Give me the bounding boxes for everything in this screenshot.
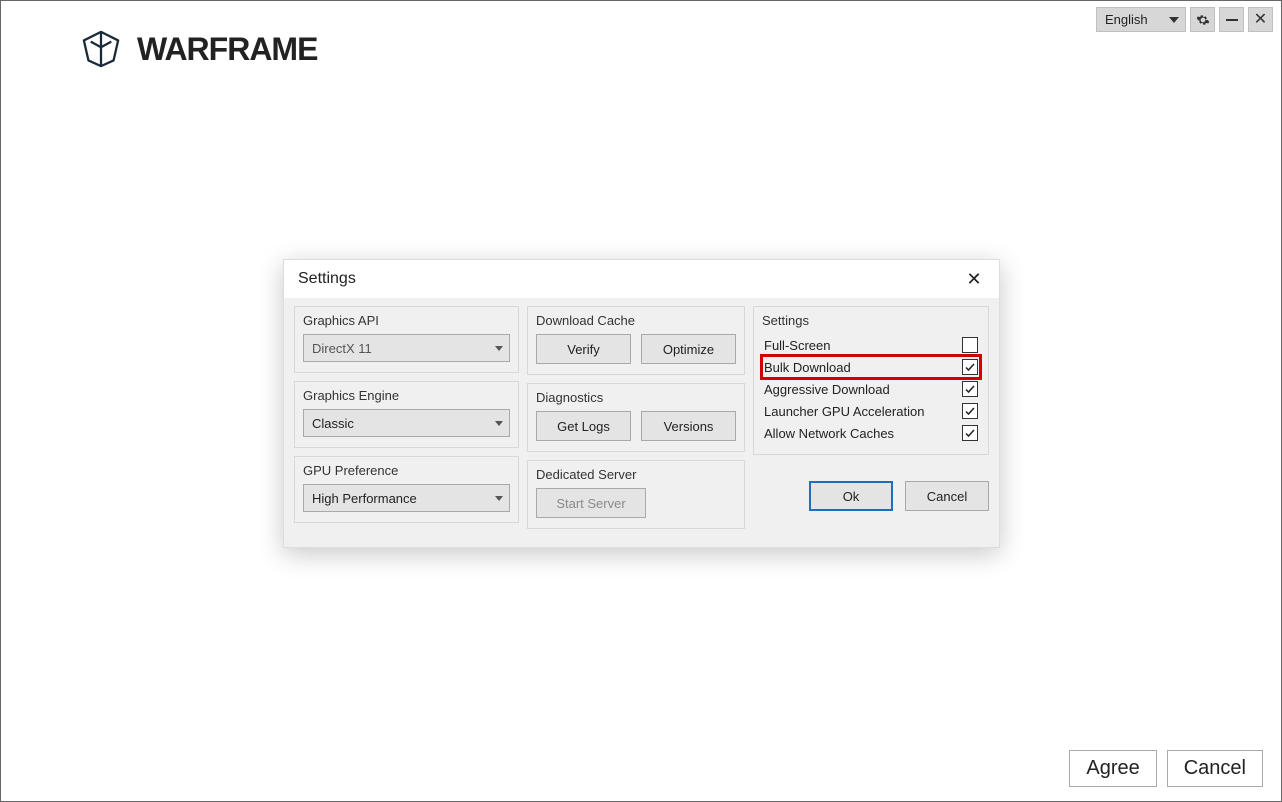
settings-dialog: Settings ✕ Graphics API DirectX 11 Graph…: [283, 259, 1000, 548]
checkbox[interactable]: [962, 425, 978, 441]
start-server-button[interactable]: Start Server: [536, 488, 646, 518]
chevron-down-icon: [495, 346, 503, 351]
select-value: DirectX 11: [312, 341, 372, 356]
gpu-preference-group: GPU Preference High Performance: [294, 456, 519, 523]
group-title: Download Cache: [536, 313, 736, 328]
group-title: Settings: [762, 313, 980, 328]
optimize-button[interactable]: Optimize: [641, 334, 736, 364]
checkbox-label: Launcher GPU Acceleration: [764, 404, 924, 419]
gear-button[interactable]: [1190, 7, 1215, 32]
check-icon: [964, 405, 976, 417]
check-icon: [964, 361, 976, 373]
chevron-down-icon: [495, 496, 503, 501]
checkbox-label: Bulk Download: [764, 360, 851, 375]
agree-button[interactable]: Agree: [1069, 750, 1156, 787]
close-icon: ✕: [966, 269, 981, 290]
main-cancel-button[interactable]: Cancel: [1167, 750, 1263, 787]
diagnostics-group: Diagnostics Get Logs Versions: [527, 383, 745, 452]
check-icon: [964, 383, 976, 395]
checkbox-row: Aggressive Download: [762, 378, 980, 400]
gpu-preference-select[interactable]: High Performance: [303, 484, 510, 512]
language-select-label: English: [1105, 12, 1148, 27]
checkbox-row: Full-Screen: [762, 334, 980, 356]
checkbox[interactable]: [962, 359, 978, 375]
checkbox[interactable]: [962, 337, 978, 353]
settings-checkbox-group: Settings Full-Screen Bulk Download Aggress…: [753, 306, 989, 455]
minimize-icon: [1226, 19, 1238, 21]
download-cache-group: Download Cache Verify Optimize: [527, 306, 745, 375]
app-logo: WARFRAME: [71, 29, 317, 69]
checkbox-label: Allow Network Caches: [764, 426, 894, 441]
graphics-api-group: Graphics API DirectX 11: [294, 306, 519, 373]
app-logo-text: WARFRAME: [137, 31, 317, 68]
group-title: Graphics API: [303, 313, 510, 328]
group-title: Graphics Engine: [303, 388, 510, 403]
checkbox-row: Allow Network Caches: [762, 422, 980, 444]
check-icon: [964, 427, 976, 439]
checkbox-row: Bulk Download: [762, 356, 980, 378]
minimize-button[interactable]: [1219, 7, 1244, 32]
graphics-engine-group: Graphics Engine Classic: [294, 381, 519, 448]
graphics-engine-select[interactable]: Classic: [303, 409, 510, 437]
checkbox[interactable]: [962, 381, 978, 397]
checkbox[interactable]: [962, 403, 978, 419]
chevron-down-icon: [495, 421, 503, 426]
graphics-api-select[interactable]: DirectX 11: [303, 334, 510, 362]
verify-button[interactable]: Verify: [536, 334, 631, 364]
dialog-cancel-button[interactable]: Cancel: [905, 481, 989, 511]
select-value: Classic: [312, 416, 354, 431]
dialog-title: Settings: [298, 270, 356, 288]
window-close-button[interactable]: ✕: [1248, 7, 1273, 32]
get-logs-button[interactable]: Get Logs: [536, 411, 631, 441]
close-icon: ✕: [1254, 12, 1267, 28]
select-value: High Performance: [312, 491, 417, 506]
dedicated-server-group: Dedicated Server Start Server: [527, 460, 745, 529]
gear-icon: [1196, 13, 1210, 27]
language-select[interactable]: English: [1096, 7, 1186, 32]
group-title: Diagnostics: [536, 390, 736, 405]
group-title: Dedicated Server: [536, 467, 736, 482]
group-title: GPU Preference: [303, 463, 510, 478]
versions-button[interactable]: Versions: [641, 411, 736, 441]
checkbox-label: Full-Screen: [764, 338, 830, 353]
checkbox-row: Launcher GPU Acceleration: [762, 400, 980, 422]
chevron-down-icon: [1169, 17, 1179, 23]
checkbox-label: Aggressive Download: [764, 382, 890, 397]
warframe-glyph-icon: [71, 29, 131, 69]
dialog-close-button[interactable]: ✕: [963, 268, 985, 290]
ok-button[interactable]: Ok: [809, 481, 893, 511]
